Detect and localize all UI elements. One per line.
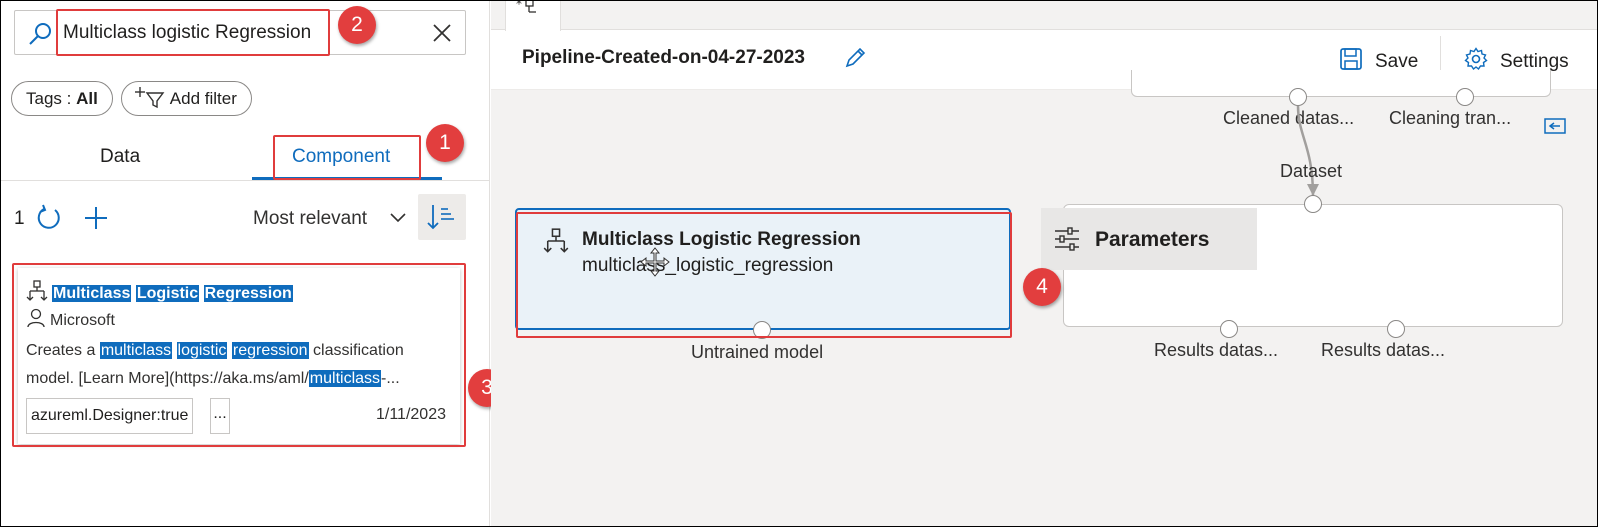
svg-text:*: * xyxy=(516,0,522,11)
parameters-label: Parameters xyxy=(1095,228,1210,251)
asset-library-panel: Multiclass logistic Regression 2 Tags : … xyxy=(0,0,506,527)
connection-edge xyxy=(1296,105,1319,197)
tags-label: Tags : xyxy=(26,89,77,108)
result-card-highlight-box xyxy=(12,263,466,447)
tags-value: All xyxy=(76,89,98,108)
filter-add-icon xyxy=(135,87,165,109)
component-tab-highlight-box xyxy=(273,135,421,180)
pipeline-icon: * xyxy=(516,0,536,13)
annotation-badge-1: 1 xyxy=(426,124,464,162)
add-filter-button[interactable]: Add filter xyxy=(121,81,252,116)
pipeline-title[interactable]: Pipeline-Created-on-04-27-2023 xyxy=(522,47,805,69)
port-label: Untrained model xyxy=(691,342,824,362)
edit-pencil-icon[interactable] xyxy=(843,46,867,70)
tags-filter-pill[interactable]: Tags : All xyxy=(11,81,113,116)
output-port[interactable] xyxy=(1220,320,1238,338)
input-port[interactable] xyxy=(1304,195,1322,213)
port-label: Results datas... xyxy=(1321,340,1446,360)
port-label: Results datas... xyxy=(1154,340,1279,360)
search-icon xyxy=(29,23,51,45)
annotation-badge-2: 2 xyxy=(338,6,376,44)
upstream-node[interactable] xyxy=(1131,70,1551,97)
node-highlight-box xyxy=(516,212,1012,338)
sort-order-button[interactable] xyxy=(418,194,466,240)
port-label: Cleaning tran... xyxy=(1389,108,1512,128)
document-tabstrip: * xyxy=(491,0,1598,31)
sort-ascending-icon xyxy=(427,205,454,230)
result-count: 1 xyxy=(14,208,25,229)
output-port[interactable] xyxy=(1387,320,1405,338)
chevron-down-icon[interactable] xyxy=(389,212,407,224)
search-highlight-box xyxy=(56,9,330,56)
save-label: Save xyxy=(1375,51,1419,72)
settings-label: Settings xyxy=(1500,51,1569,72)
close-icon[interactable] xyxy=(431,22,453,44)
add-filter-label: Add filter xyxy=(169,89,237,108)
pipeline-designer: * Pipeline-Created-on-04-27-2023 Save Se… xyxy=(491,0,1598,527)
gear-icon xyxy=(1464,47,1488,71)
edge-label: Dataset xyxy=(1280,161,1343,181)
output-port[interactable] xyxy=(1456,88,1474,106)
tab-data[interactable]: Data xyxy=(100,146,140,168)
pipeline-document-tab[interactable]: * xyxy=(505,0,561,31)
refresh-icon[interactable] xyxy=(35,204,63,232)
parameters-button[interactable]: Parameters xyxy=(1041,208,1257,270)
expand-panel-icon[interactable] xyxy=(1544,117,1566,135)
sliders-icon xyxy=(1055,227,1079,251)
annotation-badge-4: 4 xyxy=(1023,268,1061,306)
sort-dropdown[interactable]: Most relevant xyxy=(253,208,367,230)
tab-divider xyxy=(0,180,490,181)
save-icon xyxy=(1340,48,1362,70)
add-icon[interactable] xyxy=(82,204,110,232)
